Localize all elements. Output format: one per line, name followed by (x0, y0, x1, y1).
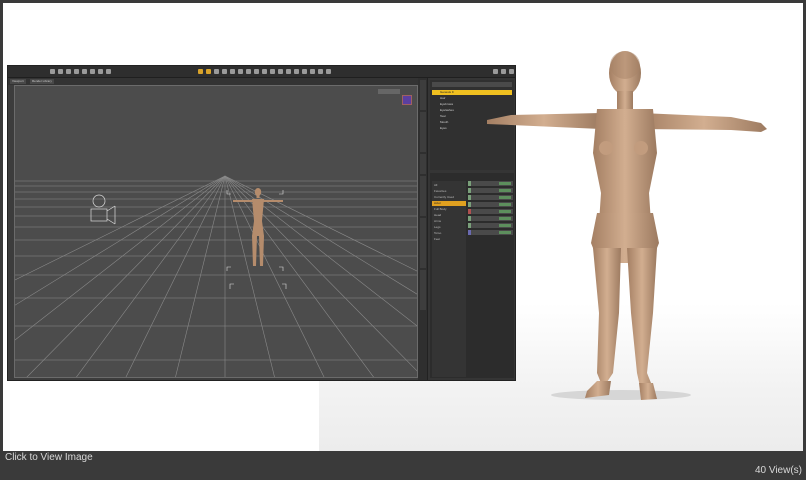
side-tab-strip (418, 78, 428, 380)
toolbar-icon (206, 69, 211, 74)
toolbar-icon (230, 69, 235, 74)
toolbar-icon (302, 69, 307, 74)
toolbar-icon (286, 69, 291, 74)
toolbar-icon (222, 69, 227, 74)
side-tab (420, 176, 426, 216)
rendered-figure (487, 51, 767, 400)
toolbar-icon (198, 69, 203, 74)
tab-render-library: Render Library (30, 79, 54, 84)
category-item: Full Body (434, 207, 447, 211)
category-item: Actor (432, 201, 466, 206)
viewport-tab-strip: Viewport Render Library (8, 78, 423, 85)
category-item: Favorites (434, 189, 447, 193)
side-tab (420, 154, 426, 174)
toolbar-icon (58, 69, 63, 74)
view-image-link[interactable]: Click to View Image (5, 452, 93, 463)
3d-viewport (14, 85, 418, 378)
category-item: Currently Used (434, 195, 455, 199)
app-toolbar (8, 66, 515, 78)
toolbar-icon (106, 69, 111, 74)
toolbar-icon (310, 69, 315, 74)
toolbar-icon (214, 69, 219, 74)
app-window-screenshot: Viewport Render Library Genesis 9 Hair E… (7, 65, 516, 381)
toolbar-icon (262, 69, 267, 74)
toolbar-icon (98, 69, 103, 74)
image-thumbnail[interactable]: Viewport Render Library Genesis 9 Hair E… (3, 3, 803, 451)
toolbar-icon (294, 69, 299, 74)
toolbar-icon (246, 69, 251, 74)
toolbar-icon (50, 69, 55, 74)
toolbar-icon (270, 69, 275, 74)
side-tab (420, 218, 426, 268)
shape-category-list: All Favorites Currently Used Actor Full … (432, 181, 466, 377)
toolbar-icon (254, 69, 259, 74)
category-item: Feet (434, 237, 441, 241)
toolbar-icon (82, 69, 87, 74)
view-count: 40 View(s) (754, 465, 802, 476)
category-item: Arms (434, 219, 441, 223)
category-item: Legs (434, 225, 441, 229)
toolbar-icon (326, 69, 331, 74)
side-tab (420, 112, 426, 152)
category-item: Torso (434, 231, 442, 235)
toolbar-icon (90, 69, 95, 74)
toolbar-icon (318, 69, 323, 74)
toolbar-icon (74, 69, 79, 74)
toolbar-icon (66, 69, 71, 74)
caption-bar: Click to View Image 40 View(s) (0, 451, 806, 480)
side-tab (420, 270, 426, 310)
side-tab (420, 80, 426, 110)
toolbar-icon (278, 69, 283, 74)
toolbar-icon (238, 69, 243, 74)
category-item: Head (434, 213, 442, 217)
camera-selector (378, 89, 400, 94)
image-viewer-frame: Viewport Render Library Genesis 9 Hair E… (0, 0, 806, 480)
floor-grid (15, 175, 417, 377)
category-item: All (434, 183, 438, 187)
tab-viewport: Viewport (10, 79, 26, 84)
view-cube-icon (402, 95, 412, 105)
